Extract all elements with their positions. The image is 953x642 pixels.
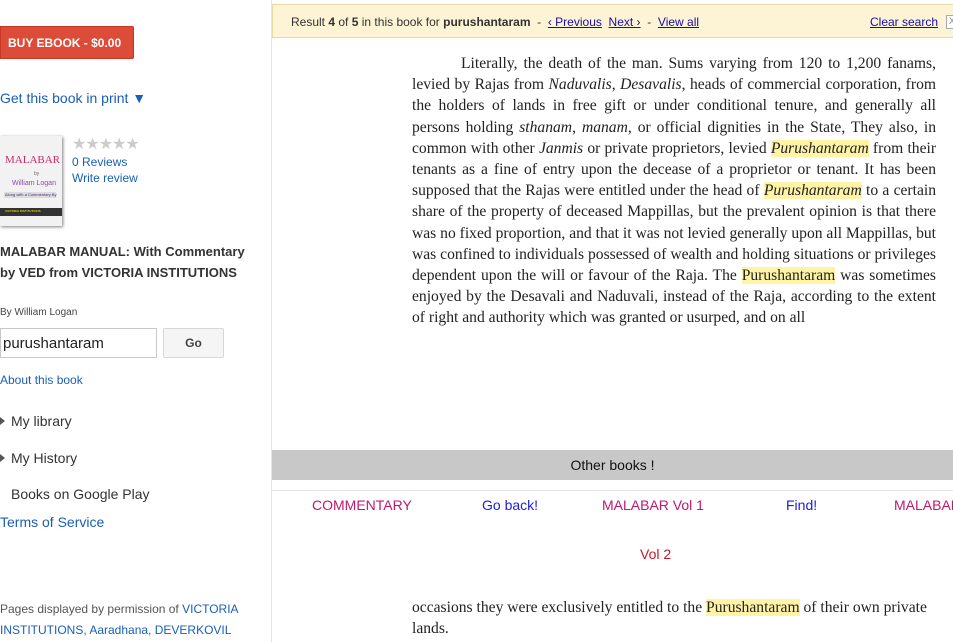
close-icon[interactable]: X [946, 15, 953, 29]
clear-search-link[interactable]: Clear search [870, 15, 938, 29]
nav-item-my-library[interactable]: My library [0, 413, 72, 429]
cover-subtitle: Along with a Commentary By [5, 192, 57, 197]
nav-item-my-history[interactable]: My History [0, 450, 77, 466]
rating-stars-icon: ★★★★★ [72, 136, 140, 153]
nav-item-google-play[interactable]: Books on Google Play [11, 486, 150, 502]
link-malabar-vol1[interactable]: MALABAR Vol 1 [602, 497, 704, 513]
separator: - [640, 15, 658, 29]
search-go-button[interactable]: Go [163, 328, 224, 358]
view-all-link[interactable]: View all [658, 15, 699, 29]
other-books-links: COMMENTARY Go back! MALABAR Vol 1 Find! … [272, 490, 953, 521]
about-book-link[interactable]: About this book [0, 373, 83, 387]
search-highlight: Purushantaram [763, 182, 862, 200]
cover-strip-text: VICTORIA INSTITUTIONS [5, 209, 41, 213]
link-malabar[interactable]: MALABAR [894, 497, 953, 513]
write-review-link[interactable]: Write review [72, 171, 138, 185]
terms-of-service-link[interactable]: Terms of Service [0, 514, 104, 530]
link-find[interactable]: Find! [786, 497, 817, 513]
nav-item-label: Books on Google Play [11, 486, 150, 502]
book-author: By William Logan [0, 307, 78, 318]
previous-result-link[interactable]: ‹ Previous [548, 15, 602, 29]
book-title: MALABAR MANUAL: With Commentary by VED f… [0, 244, 245, 280]
result-in-book-label: in this book for [358, 15, 444, 29]
expand-triangle-icon [0, 454, 5, 462]
cover-by: by [34, 171, 40, 177]
result-summary: Result 4 of 5 in this book for purushant… [291, 15, 699, 29]
nav-item-label: My library [11, 413, 72, 429]
reviews-link[interactable]: 0 Reviews [72, 155, 127, 169]
permission-notice: Pages displayed by permission of VICTORI… [0, 599, 265, 641]
link-commentary[interactable]: COMMENTARY [312, 497, 412, 513]
result-query: purushantaram [443, 15, 531, 29]
nav-item-label: My History [11, 450, 78, 466]
search-highlight: Purushantaram [770, 139, 869, 157]
search-in-book-input[interactable]: purushantaram [0, 328, 157, 358]
search-highlight: Purushantaram [706, 599, 800, 616]
book-page: Literally, the death of the man. Sums va… [272, 38, 953, 450]
book-cover[interactable]: MALABAR by William Logan Along with a Co… [0, 136, 62, 226]
permission-text: Pages displayed by permission of [0, 602, 183, 616]
expand-triangle-icon [0, 417, 5, 425]
page-paragraph-lower: occasions they were exclusively entitled… [412, 599, 927, 638]
link-vol2[interactable]: Vol 2 [640, 546, 671, 562]
result-of-label: of [335, 15, 352, 29]
search-highlight: Purushantaram [741, 267, 836, 285]
page-paragraph: Literally, the death of the man. Sums va… [412, 55, 937, 327]
cover-author: William Logan [12, 180, 56, 187]
other-books-banner: Other books ! [272, 450, 953, 480]
cover-title: MALABAR [5, 154, 61, 166]
sidebar: BUY EBOOK - $0.00 Get this book in print… [0, 0, 272, 642]
next-result-link[interactable]: Next › [609, 15, 641, 29]
separator: - [530, 15, 548, 29]
get-in-print-link[interactable]: Get this book in print ▼ [0, 90, 146, 106]
result-label: Result [291, 15, 329, 29]
search-result-bar: Result 4 of 5 in this book for purushant… [272, 4, 953, 38]
link-go-back[interactable]: Go back! [482, 497, 538, 513]
buy-ebook-button[interactable]: BUY EBOOK - $0.00 [0, 26, 134, 59]
